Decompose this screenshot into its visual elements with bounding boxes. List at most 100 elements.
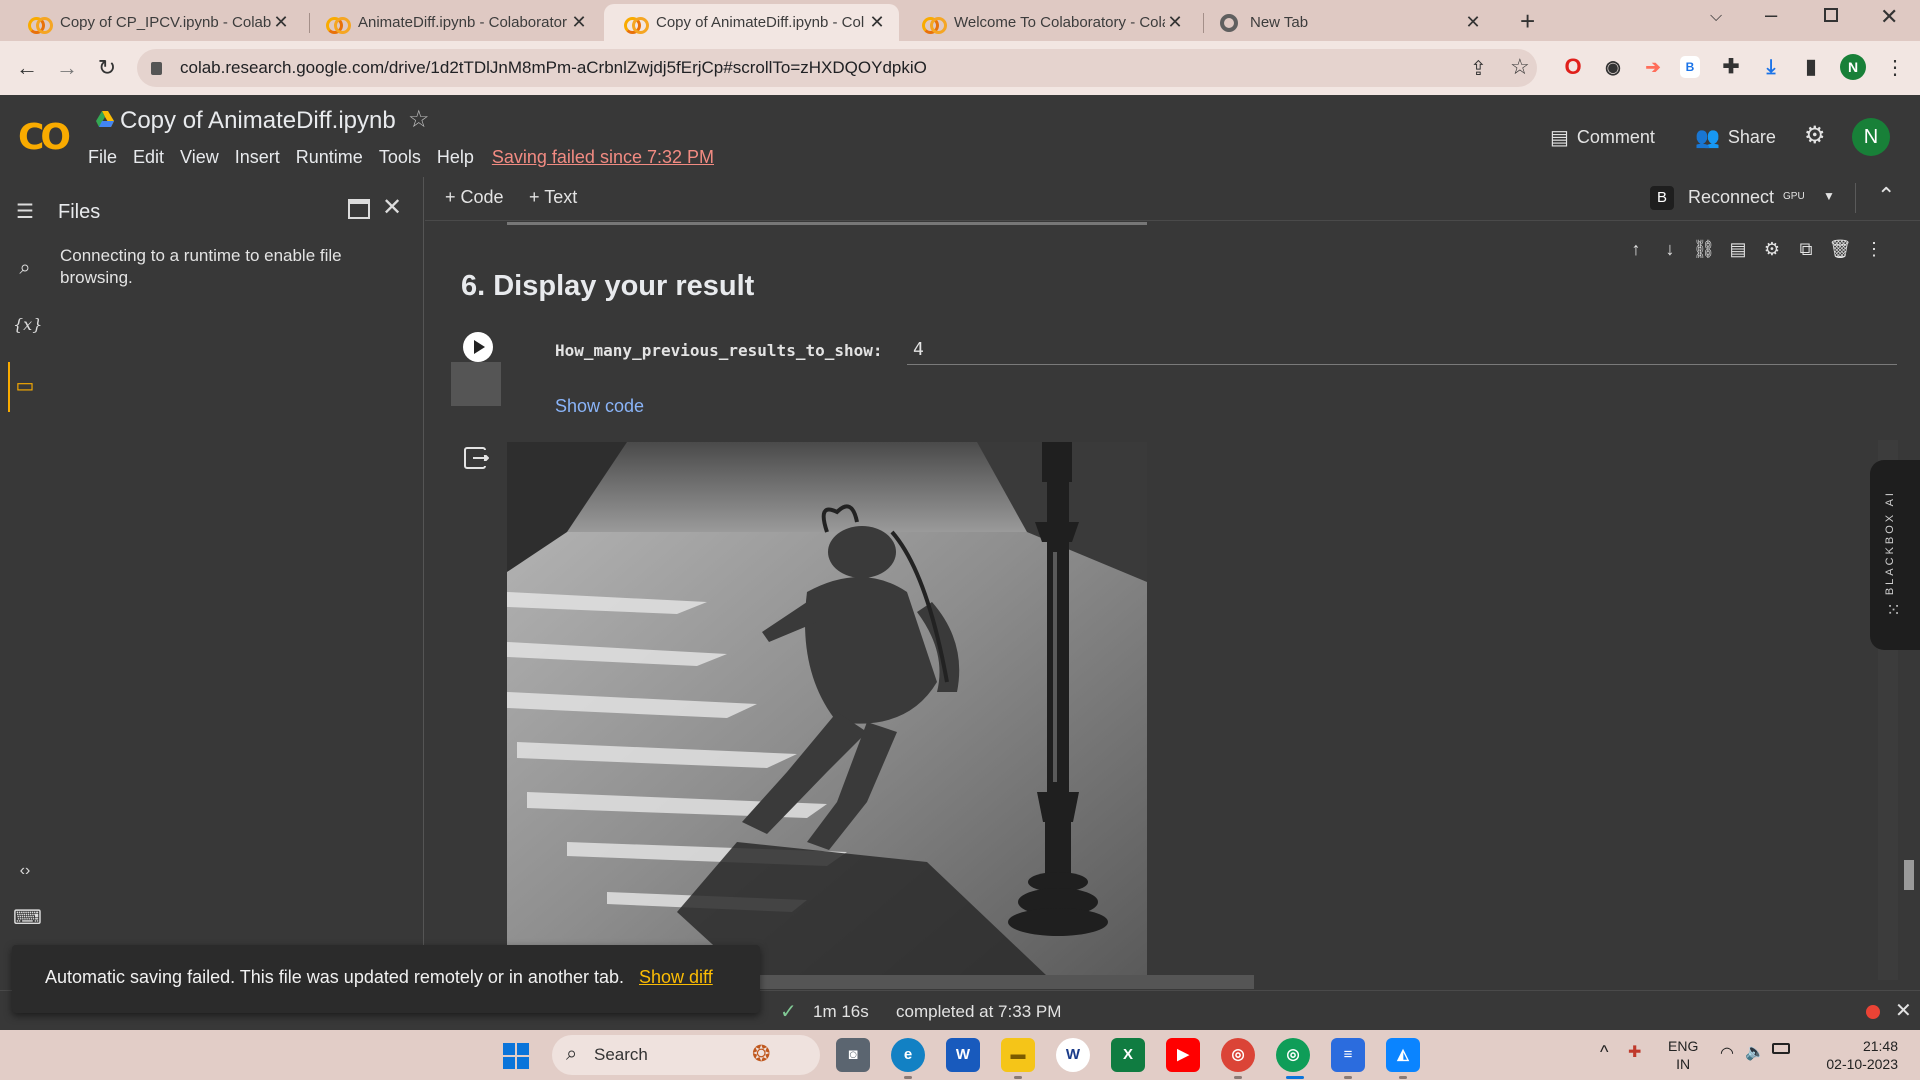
variables-icon[interactable]: {x} [13,315,42,339]
share-button[interactable]: 👥 Share [1695,125,1776,150]
settings-gear-icon[interactable]: ⚙ [1759,236,1785,262]
table-of-contents-icon[interactable]: ☰ [13,199,37,223]
input-language[interactable]: ENG IN [1668,1037,1698,1073]
menu-edit[interactable]: Edit [133,147,164,168]
excel-app-icon[interactable]: X [1111,1038,1145,1072]
browser-tab-5[interactable]: New Tab ✕ [1200,4,1495,41]
restore-icon[interactable] [1824,8,1838,22]
close-icon[interactable]: ✕ [1895,998,1912,1023]
code-snippets-icon[interactable]: ‹› [13,862,37,886]
edge-browser-icon[interactable]: e [891,1038,925,1072]
chevron-up-icon[interactable]: ⌃ [1877,183,1895,209]
menu-help[interactable]: Help [437,147,474,168]
arrow-extension-icon[interactable]: ➔ [1640,54,1666,80]
notepad-app-icon[interactable]: ≡ [1331,1038,1365,1072]
show-code-link[interactable]: Show code [555,396,644,417]
chrome-menu-icon[interactable]: ⋮ [1885,55,1905,80]
delete-icon[interactable]: 🗑 [1827,236,1853,262]
tray-app-icon[interactable]: ✚ [1628,1042,1641,1062]
close-icon[interactable]: ✕ [1463,12,1483,33]
close-icon[interactable]: ✕ [867,12,887,33]
extensions-puzzle-icon[interactable]: ✚ [1718,54,1744,80]
menu-file[interactable]: File [88,147,117,168]
comment-icon[interactable]: ▤ [1725,236,1751,262]
close-icon[interactable]: ✕ [382,193,402,222]
add-text-button[interactable]: + Text [529,187,577,208]
menu-insert[interactable]: Insert [235,147,280,168]
chrome-profile-n-icon[interactable]: ◎ [1276,1038,1310,1072]
reconnect-button[interactable]: Reconnect [1688,187,1774,208]
chevron-down-icon[interactable]: ▼ [1823,189,1835,203]
horizontal-scrollbar[interactable] [760,975,1254,989]
taskbar-search-box[interactable]: ⌕ Search ❂ [552,1035,820,1075]
chrome-profile-m-icon[interactable]: ◎ [1221,1038,1255,1072]
add-code-button[interactable]: + Code [445,187,504,208]
menu-tools[interactable]: Tools [379,147,421,168]
command-palette-icon[interactable]: ⌨ [13,905,42,929]
save-warning-link[interactable]: Saving failed since 7:32 PM [492,147,714,168]
completion-time[interactable]: completed at 7:33 PM [896,1002,1061,1022]
opera-extension-icon[interactable]: O [1560,54,1586,80]
minimize-icon[interactable]: – [1765,2,1777,28]
browser-tab-3[interactable]: Copy of AnimateDiff.ipynb - Col ✕ [604,4,899,41]
menu-view[interactable]: View [180,147,219,168]
show-diff-link[interactable]: Show diff [639,967,713,988]
side-panel-icon[interactable]: ▮ [1798,54,1824,80]
bookmark-star-icon[interactable]: ☆ [1510,54,1530,80]
open-in-tab-icon[interactable] [348,199,370,219]
output-redirect-icon[interactable] [463,446,489,470]
app-w-icon[interactable]: W [1056,1038,1090,1072]
battery-icon[interactable] [1772,1043,1790,1054]
close-window-icon[interactable]: ✕ [1880,4,1898,30]
profile-avatar[interactable]: N [1840,54,1866,80]
chevron-up-icon[interactable]: ^ [1600,1042,1608,1063]
forward-icon[interactable]: → [52,53,82,83]
star-icon[interactable]: ☆ [408,105,430,134]
taskbar-clock[interactable]: 21:48 02-10-2023 [1818,1037,1898,1073]
close-icon[interactable]: ✕ [569,12,589,33]
back-icon[interactable]: ← [12,53,42,83]
close-icon[interactable]: ✕ [271,12,291,33]
move-down-icon[interactable]: ↓ [1657,236,1683,262]
tab-search-icon[interactable]: ⌵ [1710,8,1722,26]
settings-gear-icon[interactable]: ⚙ [1804,121,1826,150]
blackbox-extension-icon[interactable]: B [1680,56,1700,78]
panda-extension-icon[interactable]: ◉ [1600,54,1626,80]
folder-icon[interactable]: ▭ [13,373,37,397]
blackbox-sidebar-tab[interactable]: BLACKBOX AI ⁙ [1870,460,1920,650]
colab-logo[interactable]: CO [18,117,71,158]
files-panel-title: Files [58,201,101,223]
browser-tab-strip: Copy of CP_IPCV.ipynb - Colabo ✕ Animate… [0,0,1920,41]
form-param-input[interactable]: 4 [907,337,1897,365]
more-vert-icon[interactable]: ⋮ [1861,236,1887,262]
photos-app-icon[interactable]: ◭ [1386,1038,1420,1072]
tab-title: Copy of CP_IPCV.ipynb - Colabo [60,14,271,31]
youtube-app-icon[interactable]: ▶ [1166,1038,1200,1072]
notebook-title[interactable]: Copy of AnimateDiff.ipynb [120,107,396,135]
address-bar[interactable]: colab.research.google.com/drive/1d2tTDlJ… [137,49,1537,87]
page-scroll-thumb[interactable] [1904,860,1914,890]
browser-tab-2[interactable]: AnimateDiff.ipynb - Colaborator ✕ [306,4,601,41]
reload-icon[interactable]: ↻ [92,53,122,83]
camera-app-icon[interactable]: ◙ [836,1038,870,1072]
link-icon[interactable]: ⛓ [1691,236,1717,262]
browser-tab-1[interactable]: Copy of CP_IPCV.ipynb - Colabo ✕ [8,4,303,41]
share-page-icon[interactable]: ⇪ [1470,56,1487,81]
comment-button[interactable]: ▤ Comment [1550,125,1655,150]
browser-tab-4[interactable]: Welcome To Colaboratory - Cola ✕ [902,4,1197,41]
file-explorer-icon[interactable]: ▬ [1001,1038,1035,1072]
search-icon[interactable]: ⌕ [13,257,37,281]
windows-start-icon[interactable] [503,1043,529,1069]
menu-runtime[interactable]: Runtime [296,147,363,168]
wifi-icon[interactable]: ◠ [1720,1043,1734,1063]
word-app-icon[interactable]: W [946,1038,980,1072]
move-up-icon[interactable]: ↑ [1623,236,1649,262]
download-icon[interactable]: ⤓ [1758,54,1784,80]
gpu-label: GPU [1783,191,1805,202]
new-tab-icon[interactable]: + [1520,6,1535,37]
avatar[interactable]: N [1852,118,1890,156]
mirror-cell-icon[interactable]: ⧉ [1793,236,1819,262]
run-cell-button[interactable] [463,332,493,362]
close-icon[interactable]: ✕ [1165,12,1185,33]
volume-icon[interactable]: 🔈 [1745,1042,1765,1062]
